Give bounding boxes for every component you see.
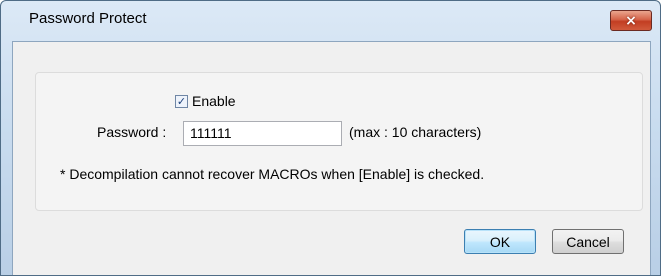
dialog-title: Password Protect: [29, 10, 147, 27]
dialog-client-area: ✓ Enable Password : 111111 (max : 10 cha…: [12, 41, 651, 275]
close-icon: ×: [625, 12, 637, 29]
title-bar[interactable]: Password Protect ×: [1, 1, 660, 41]
password-hint: (max : 10 characters): [349, 124, 482, 140]
enable-checkbox-row[interactable]: ✓ Enable: [175, 93, 236, 109]
password-protect-dialog: Password Protect × ✓ Enable Password : 1…: [0, 0, 661, 276]
cancel-button[interactable]: Cancel: [552, 229, 624, 254]
decompilation-note: * Decompilation cannot recover MACROs wh…: [60, 166, 485, 182]
close-button[interactable]: ×: [610, 10, 652, 31]
password-label: Password :: [97, 124, 167, 140]
checkmark-icon: ✓: [176, 94, 187, 108]
enable-label[interactable]: Enable: [192, 93, 236, 109]
enable-checkbox[interactable]: ✓: [175, 94, 188, 108]
ok-button[interactable]: OK: [464, 229, 536, 254]
password-input[interactable]: 111111: [183, 121, 342, 146]
